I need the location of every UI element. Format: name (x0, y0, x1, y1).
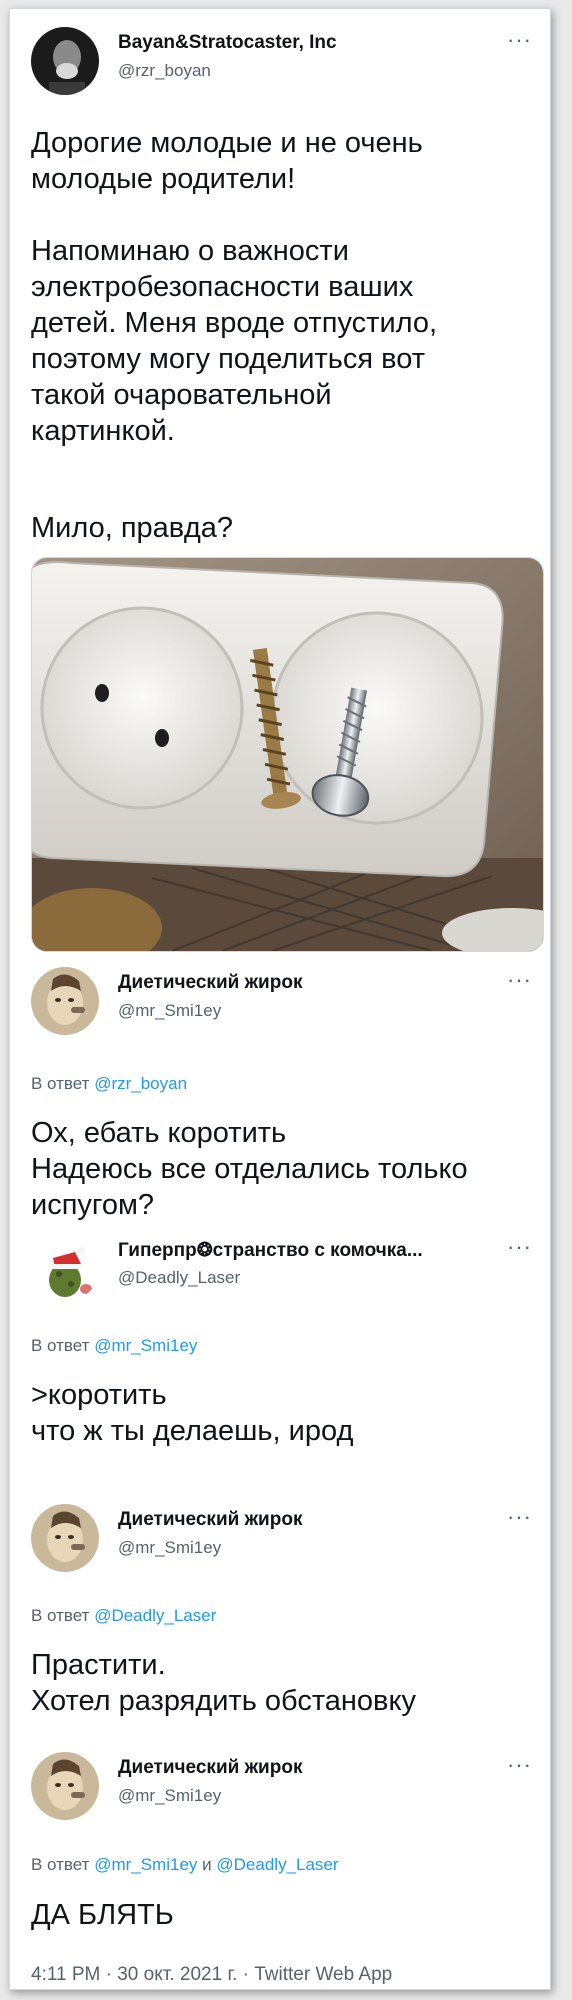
reply-context: В ответ @mr_Smi1ey и @Deadly_Laser (31, 1855, 339, 1875)
reply-prefix: В ответ (31, 1336, 90, 1355)
tweet-text: >коротить что ж ты делаешь, ирод (31, 1379, 354, 1447)
handle[interactable]: @mr_Smi1ey (118, 1538, 221, 1558)
tweet-timestamp-footer[interactable]: 4:11 PM · 30 окт. 2021 г. · Twitter Web … (31, 1964, 392, 1986)
reply-prefix: В ответ (31, 1074, 90, 1093)
handle[interactable]: @mr_Smi1ey (118, 1786, 221, 1806)
tweet-text: Прастити. Хотел разрядить обстановку (31, 1649, 416, 1717)
display-name[interactable]: Bayan&Stratocaster, Inc (118, 32, 337, 54)
mention-link[interactable]: @Deadly_Laser (216, 1855, 338, 1874)
reply-context: В ответ @Deadly_Laser (31, 1606, 216, 1626)
tweet-text: Дорогие молодые и не очень молодые родит… (31, 127, 438, 447)
tweet-thread-card: Bayan&Stratocaster, Inc @rzr_boyan ··· Д… (9, 8, 551, 1990)
more-options-icon[interactable]: ··· (507, 1504, 532, 1530)
display-name[interactable]: Диетический жирок (118, 1509, 302, 1531)
avatar[interactable] (31, 1234, 99, 1302)
display-name[interactable]: Гиперпр❂странство с комочка... (118, 1239, 423, 1262)
tweet-text: ДА БЛЯТЬ (31, 1899, 174, 1931)
reply-tweet: Гиперпр❂странство с комочка... @Deadly_L… (10, 1234, 550, 1464)
avatar[interactable] (31, 1504, 99, 1572)
display-name[interactable]: Диетический жирок (118, 1757, 302, 1779)
mention-link[interactable]: @mr_Smi1ey (94, 1336, 197, 1355)
mention-link[interactable]: @rzr_boyan (94, 1074, 187, 1093)
tweet-text: Ох, ебать коротить Надеюсь все отделалис… (31, 1117, 468, 1221)
avatar[interactable] (31, 27, 99, 95)
reply-tweet: Диетический жирок @mr_Smi1ey ··· В ответ… (10, 967, 550, 1221)
handle[interactable]: @Deadly_Laser (118, 1268, 240, 1288)
reply-tweet: Диетический жирок @mr_Smi1ey ··· В ответ… (10, 1504, 550, 1734)
mention-link[interactable]: @mr_Smi1ey (94, 1855, 197, 1874)
reply-joiner: и (202, 1855, 212, 1874)
reply-context: В ответ @mr_Smi1ey (31, 1336, 197, 1356)
avatar[interactable] (31, 967, 99, 1035)
tweet-photo[interactable] (31, 557, 544, 952)
reply-context: В ответ @rzr_boyan (31, 1074, 187, 1094)
display-name[interactable]: Диетический жирок (118, 972, 302, 994)
reply-prefix: В ответ (31, 1855, 90, 1874)
more-options-icon[interactable]: ··· (507, 1234, 532, 1260)
more-options-icon[interactable]: ··· (507, 27, 532, 53)
avatar[interactable] (31, 1752, 99, 1820)
more-options-icon[interactable]: ··· (507, 1752, 532, 1778)
mention-link[interactable]: @Deadly_Laser (94, 1606, 216, 1625)
reply-tweet: Диетический жирок @mr_Smi1ey ··· В ответ… (10, 1752, 550, 1942)
handle[interactable]: @mr_Smi1ey (118, 1001, 221, 1021)
reply-prefix: В ответ (31, 1606, 90, 1625)
tweet-text-2: Мило, правда? (31, 512, 234, 544)
more-options-icon[interactable]: ··· (507, 967, 532, 993)
handle[interactable]: @rzr_boyan (118, 61, 211, 81)
